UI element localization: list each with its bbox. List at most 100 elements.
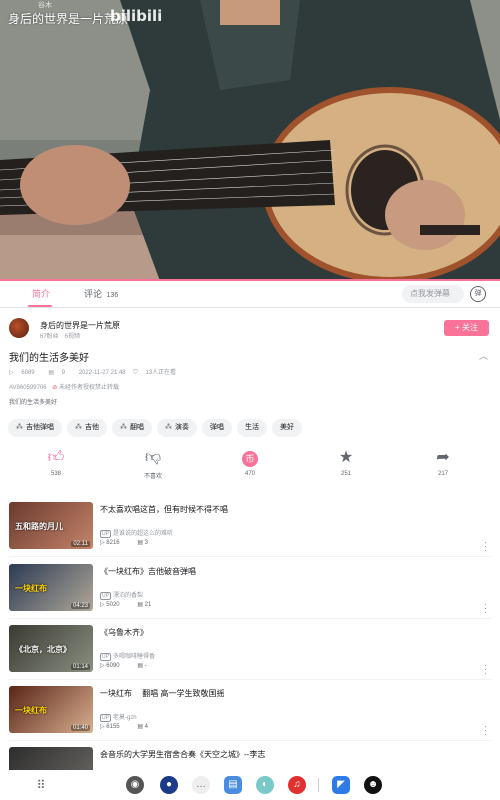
- camera-icon[interactable]: ◉: [126, 776, 144, 794]
- list-item[interactable]: 《北京，北京》 01:14 《乌鲁木齐》 UP 多喝咖啡睡得香 ▷ 6090 ▤ …: [0, 625, 500, 686]
- thumbnail-caption: 一块红布: [15, 706, 47, 715]
- browser-icon[interactable]: ●: [160, 776, 178, 794]
- bilibili-watermark: bilibili: [110, 7, 163, 25]
- up-badge-icon: UP: [100, 653, 111, 661]
- tab-comments-count: 136: [106, 292, 119, 299]
- av-number: AV860599706: [9, 385, 47, 391]
- like-button[interactable]: 👍︎ 538: [26, 449, 86, 477]
- tab-comments[interactable]: 评论 136: [84, 287, 118, 300]
- tag-icon: ⁂: [120, 424, 127, 431]
- list-item[interactable]: 一块红布 01:40 一块红布 翻唱 高一学生致敬国摇 UP 老莫-gzh ▷ 6…: [0, 686, 500, 747]
- danmaku-icon: ▤: [48, 370, 54, 376]
- thumbnail-caption: 《北京，北京》: [15, 645, 71, 654]
- rec-uploader: UP 是谁说的超这么的难听: [100, 530, 173, 538]
- share-icon: ➦: [436, 449, 450, 466]
- divider: [9, 740, 491, 741]
- danmaku-toggle-icon[interactable]: 弹: [470, 286, 486, 302]
- tag-pill[interactable]: 美好: [272, 419, 302, 437]
- share-button[interactable]: ➦ 217: [413, 449, 473, 477]
- rec-title[interactable]: 一块红布 翻唱 高一学生致敬国摇: [100, 688, 224, 699]
- rec-uploader: UP 漂泊的香梨: [100, 592, 143, 600]
- rec-uploader: UP 多喝咖啡睡得香: [100, 653, 155, 661]
- uploader-name[interactable]: 身后的世界是一片荒原: [40, 320, 120, 331]
- dislike-button[interactable]: 👎︎ 不喜欢: [123, 449, 183, 480]
- divider: [9, 618, 491, 619]
- video-thumbnail[interactable]: 《北京，北京》 01:14: [9, 625, 93, 672]
- tag-list: ⁂ 吉他弹唱 ⁂ 吉他 ⁂ 翻唱 ⁂ 演奏 弹唱 生活 美好: [8, 416, 307, 437]
- up-badge-icon: UP: [100, 530, 111, 538]
- chevron-up-icon[interactable]: ︿: [479, 349, 488, 362]
- danmaku-count: 9: [61, 370, 66, 376]
- views-meta: ▷ 6089: [9, 370, 41, 376]
- video-thumbnail[interactable]: 一块红布 01:40: [9, 686, 93, 733]
- more-options-icon[interactable]: · · ·: [484, 661, 487, 678]
- weather-icon[interactable]: ◐: [256, 776, 274, 794]
- tag-icon: ⁂: [75, 424, 82, 431]
- rec-stats: ▷ 8216 ▤ 3: [100, 540, 148, 546]
- play-icon: ▷: [9, 370, 14, 376]
- video-thumbnail[interactable]: 五和路的月儿 02:11: [9, 502, 93, 549]
- favorite-icon: ★: [338, 449, 354, 466]
- list-item[interactable]: 会音乐的大学男生宿舍合奏《天空之城》--李志: [0, 747, 500, 770]
- uploader-stats: 67粉丝 6视频: [40, 334, 81, 340]
- rec-title[interactable]: 不太喜欢唱这首，但有时候不得不唱: [100, 504, 228, 515]
- files-icon[interactable]: ▤: [224, 776, 242, 794]
- tag-pill[interactable]: ⁂ 翻唱: [112, 419, 152, 437]
- avatar[interactable]: [9, 318, 29, 338]
- danmaku-input[interactable]: 点我发弹幕: [402, 285, 464, 303]
- detail-tabs: 简介 评论 136 点我发弹幕 弹: [0, 281, 500, 308]
- ban-notice: 未经作者授权禁止转载: [58, 385, 119, 391]
- video-meta: ▷ 6089 ▤ 9 2022-11-27 21:48 ⛉ 13人正在看: [9, 367, 188, 377]
- divider: [9, 679, 491, 680]
- video-thumbnail[interactable]: [9, 747, 93, 770]
- video-frame: [0, 0, 500, 281]
- thumbnail-caption: 一块红布: [15, 584, 47, 593]
- tag-icon: ⁂: [165, 424, 172, 431]
- coin-button[interactable]: 币 470: [220, 449, 280, 477]
- qq-icon[interactable]: ☻: [364, 776, 382, 794]
- rec-title[interactable]: 会音乐的大学男生宿舍合奏《天空之城》--李志: [100, 749, 265, 760]
- more-options-icon[interactable]: · · ·: [484, 538, 487, 555]
- taskbar: ⠿ ◉ ● … ▤ ◐ ♫ ◤ ☻: [0, 770, 500, 800]
- tab-comments-label: 评论: [84, 289, 103, 299]
- no-repost-icon: ⊘: [52, 385, 58, 391]
- rec-title[interactable]: 《一块红布》吉他破音弹唱: [100, 566, 196, 577]
- more-options-icon[interactable]: · · ·: [484, 722, 487, 739]
- coin-count: 470: [244, 471, 255, 477]
- tag-pill[interactable]: 弹唱: [202, 419, 232, 437]
- people-icon: ⛉: [133, 370, 138, 376]
- feishu-icon[interactable]: ◤: [332, 776, 350, 794]
- duration-badge: 01:40: [70, 725, 90, 731]
- tab-intro[interactable]: 简介: [32, 287, 50, 300]
- danmaku-meta: ▤ 9: [48, 370, 71, 376]
- watching-meta: ⛉ 13人正在看: [133, 370, 182, 376]
- follow-button[interactable]: + 关注: [444, 320, 489, 336]
- list-item[interactable]: 一块红布 04:23 《一块红布》吉他破音弹唱 UP 漂泊的香梨 ▷ 5020 ▤…: [0, 564, 500, 625]
- rec-stats: ▷ 6090 ▤ -: [100, 663, 147, 669]
- video-description: 我们的生活多美好: [9, 400, 58, 406]
- rec-uploader: UP 老莫-gzh: [100, 714, 137, 722]
- taskbar-divider: [318, 778, 319, 792]
- tag-pill[interactable]: ⁂ 演奏: [157, 419, 197, 437]
- favorite-button[interactable]: ★ 251: [316, 449, 376, 477]
- coin-icon: 币: [220, 449, 280, 467]
- share-count: 217: [437, 471, 448, 477]
- list-item[interactable]: 五和路的月儿 02:11 不太喜欢唱这首，但有时候不得不唱 UP 是谁说的超这么的…: [0, 502, 500, 563]
- dislike-label: 不喜欢: [143, 474, 162, 480]
- video-player[interactable]: 谷木 身后的世界是一片荒原 bilibili: [0, 0, 500, 281]
- tag-pill[interactable]: 生活: [237, 419, 267, 437]
- like-icon: 👍︎: [47, 449, 65, 466]
- netease-music-icon[interactable]: ♫: [288, 776, 306, 794]
- duration-badge: 02:11: [71, 541, 90, 547]
- rec-stats: ▷ 5020 ▤ 21: [100, 602, 152, 608]
- watching-count: 13人正在看: [145, 370, 177, 376]
- more-options-icon[interactable]: · · ·: [484, 600, 487, 617]
- favorite-count: 251: [340, 471, 351, 477]
- tag-pill[interactable]: ⁂ 吉他: [67, 419, 107, 437]
- messages-icon[interactable]: …: [192, 776, 210, 794]
- tag-pill[interactable]: ⁂ 吉他弹唱: [8, 419, 62, 437]
- apps-icon[interactable]: ⠿: [32, 776, 50, 794]
- rec-stats: ▷ 6155 ▤ 4: [100, 724, 148, 730]
- rec-title[interactable]: 《乌鲁木齐》: [100, 627, 148, 638]
- video-thumbnail[interactable]: 一块红布 04:23: [9, 564, 93, 611]
